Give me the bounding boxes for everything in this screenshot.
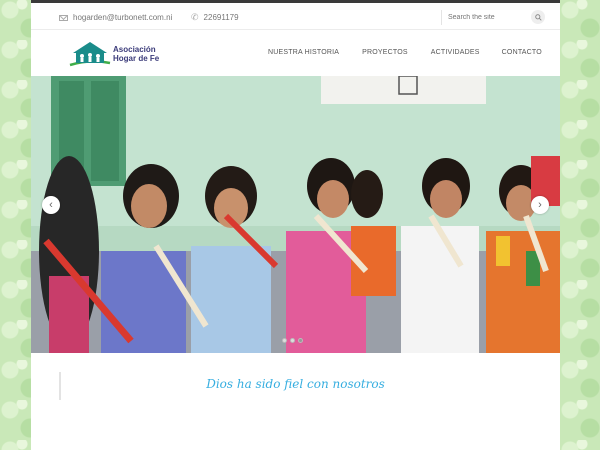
site-header: Asociación Hogar de Fe NUESTRA HISTORIA … bbox=[31, 31, 560, 76]
contact-email[interactable]: hogarden@turbonett.com.ni bbox=[59, 13, 172, 22]
tagline-text: Dios ha sido fiel con nosotros bbox=[206, 377, 385, 391]
chevron-left-icon: ‹ bbox=[49, 199, 53, 211]
search-input[interactable] bbox=[448, 14, 518, 21]
phone-icon: ✆ bbox=[191, 12, 199, 22]
hero-photo bbox=[31, 76, 560, 353]
slider-pagination bbox=[282, 338, 303, 343]
nav-proyectos[interactable]: PROYECTOS bbox=[362, 49, 408, 56]
top-bar: hogarden@turbonett.com.ni ✆ 22691179 bbox=[31, 6, 560, 30]
nav-actividades[interactable]: ACTIVIDADES bbox=[431, 49, 480, 56]
page-container: hogarden@turbonett.com.ni ✆ 22691179 Sea… bbox=[31, 0, 560, 450]
contact-phone: ✆ 22691179 bbox=[191, 12, 239, 23]
slider-dot-3[interactable] bbox=[298, 338, 303, 343]
chevron-right-icon: › bbox=[538, 199, 542, 211]
slider-prev-button[interactable]: ‹ bbox=[42, 196, 60, 214]
logo-line-2: Hogar de Fe bbox=[113, 54, 160, 63]
main-nav: NUESTRA HISTORIA PROYECTOS ACTIVIDADES C… bbox=[268, 49, 542, 56]
mail-icon bbox=[59, 14, 68, 21]
slider-next-button[interactable]: › bbox=[531, 196, 549, 214]
nav-nuestra-historia[interactable]: NUESTRA HISTORIA bbox=[268, 49, 339, 56]
nav-contacto[interactable]: CONTACTO bbox=[502, 49, 542, 56]
logo-line-1: Asociación bbox=[113, 45, 156, 54]
slider-dot-1[interactable] bbox=[282, 338, 287, 343]
email-text[interactable]: hogarden@turbonett.com.ni bbox=[73, 13, 172, 22]
logo-text: Asociación Hogar de Fe bbox=[113, 45, 159, 63]
phone-text: 22691179 bbox=[203, 13, 239, 22]
search-box bbox=[441, 10, 545, 25]
search-icon bbox=[534, 13, 542, 21]
hero-slider: ‹ › bbox=[31, 76, 560, 353]
search-button[interactable] bbox=[531, 10, 545, 24]
logo[interactable]: Asociación Hogar de Fe bbox=[65, 39, 159, 69]
slider-dot-2[interactable] bbox=[290, 338, 295, 343]
logo-house-icon bbox=[69, 42, 111, 67]
